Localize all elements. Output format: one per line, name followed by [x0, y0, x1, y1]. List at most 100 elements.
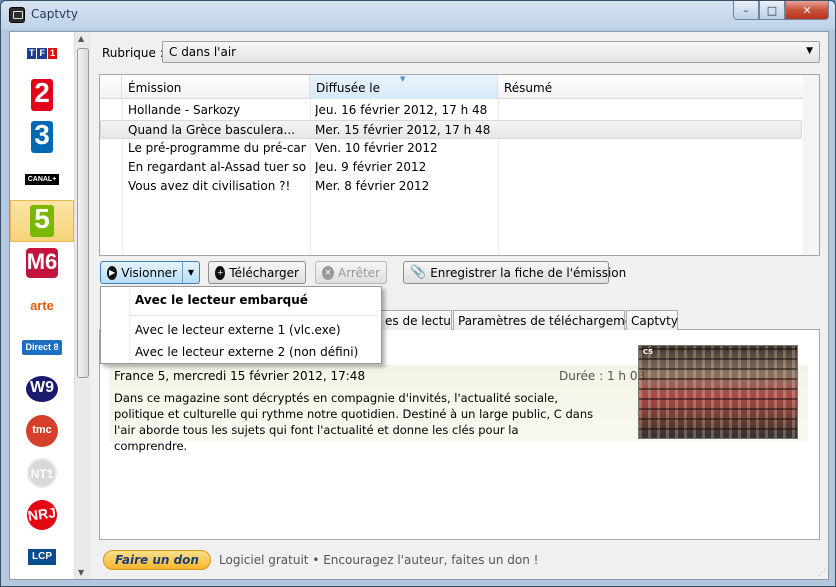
paperclip-icon: 📎 [410, 265, 427, 280]
channel-m6[interactable]: M6 [10, 242, 74, 284]
table-row[interactable]: Vous avez dit civilisation ?! Mer. 8 fév… [100, 177, 802, 196]
nt1-logo: NT1 [27, 458, 57, 488]
stop-icon: ✕ [322, 265, 334, 280]
table-row[interactable]: Hollande - Sarkozy Jeu. 16 février 2012,… [100, 101, 802, 120]
channel-tmc[interactable]: tmc [10, 410, 74, 452]
visionner-menu: Avec le lecteur embarqué Avec le lecteur… [100, 286, 382, 364]
channel-tf1[interactable]: TF1 [10, 32, 74, 74]
play-icon: ▶ [107, 265, 118, 280]
table-row[interactable]: Le pré-programme du pré-can... Ven. 10 f… [100, 139, 802, 158]
visionner-button[interactable]: ▶ Visionner [100, 261, 184, 284]
faire-un-don-button[interactable]: Faire un don [103, 550, 211, 570]
rubrique-label: Rubrique : [102, 46, 164, 60]
tf1-logo: TF1 [26, 47, 57, 59]
rubrique-select[interactable]: C dans l'air ▼ [162, 41, 820, 63]
detail-duree: Durée : 1 h 08 [559, 369, 646, 383]
chevron-down-icon: ▼ [187, 268, 195, 277]
tab-parametres-telechargement[interactable]: Paramètres de téléchargement [453, 310, 645, 330]
channel-w9[interactable]: W9 [10, 368, 74, 410]
cell-emission: Quand la Grèce basculera... [128, 123, 295, 137]
canal-plus-logo: CANAL+ [24, 173, 60, 185]
table-scroll-gutter [803, 75, 819, 255]
column-diffusee[interactable]: ▼ Diffusée le [310, 75, 498, 99]
header-spacer [100, 75, 122, 99]
window-title: Captvty [31, 7, 78, 21]
table-header: Émission ▼ Diffusée le Résumé [100, 75, 819, 99]
france3-logo: 3 [31, 121, 53, 153]
rubrique-value: C dans l'air [169, 45, 237, 59]
cell-date: Mer. 8 février 2012 [315, 179, 430, 193]
cell-emission: En regardant al-Assad tuer son ... [128, 160, 306, 174]
visionner-dropdown-button[interactable]: ▼ [182, 261, 200, 284]
channel-sidebar: TF1 2 3 CANAL+ 5 M6 arte Direct 8 W9 tmc… [10, 32, 90, 579]
footer-text: Logiciel gratuit • Encouragez l'auteur, … [219, 553, 538, 567]
scrollbar-thumb[interactable] [77, 48, 89, 378]
menu-item-lecteur-externe-2[interactable]: Avec le lecteur externe 2 (non défini) [135, 345, 358, 359]
footer: Faire un don Logiciel gratuit • Encourag… [99, 550, 820, 572]
channel-france5[interactable]: 5 [10, 200, 74, 242]
table-row-selected[interactable]: Quand la Grèce basculera... Mer. 15 févr… [100, 120, 802, 139]
window-controls: – □ ✕ [733, 1, 829, 21]
tmc-logo: tmc [26, 415, 58, 447]
telecharger-button[interactable]: + Télécharger [208, 261, 306, 284]
m6-logo: M6 [26, 248, 58, 278]
menu-item-lecteur-embarque[interactable]: Avec le lecteur embarqué [135, 293, 308, 307]
detail-description: Dans ce magazine sont décryptés en compa… [114, 391, 594, 453]
plus-icon: + [215, 265, 226, 280]
channel-direct8[interactable]: Direct 8 [10, 326, 74, 368]
app-window: Captvty – □ ✕ TF1 2 3 CANAL+ 5 M6 arte D… [0, 0, 836, 587]
telecharger-label: Télécharger [229, 265, 299, 280]
cell-date: Mer. 15 février 2012, 17 h 48 [315, 123, 491, 137]
maximize-icon: □ [766, 3, 778, 17]
app-tv-icon [9, 7, 25, 23]
title-bar: Captvty – □ ✕ [1, 1, 835, 29]
close-icon: ✕ [802, 3, 812, 17]
france5-logo: 5 [30, 205, 54, 237]
logiciel-gratuit: Logiciel gratuit [219, 553, 309, 567]
cell-emission: Hollande - Sarkozy [128, 103, 241, 117]
scroll-up-icon[interactable]: ▲ [78, 34, 84, 43]
footer-separator: • [312, 553, 320, 567]
channel-lcp[interactable]: LCP [10, 536, 74, 578]
close-button[interactable]: ✕ [785, 1, 829, 20]
minimize-button[interactable]: – [733, 1, 759, 20]
france2-logo: 2 [31, 79, 53, 111]
scroll-down-icon[interactable]: ▼ [78, 568, 84, 577]
cell-emission: Vous avez dit civilisation ?! [128, 179, 291, 193]
menu-gutter [129, 287, 130, 363]
channel-nt1[interactable]: NT1 [10, 452, 74, 494]
client-area: TF1 2 3 CANAL+ 5 M6 arte Direct 8 W9 tmc… [9, 31, 829, 580]
channel-arte[interactable]: arte [10, 284, 74, 326]
column-resume[interactable]: Résumé [498, 75, 804, 99]
maximize-button[interactable]: □ [759, 1, 785, 20]
direct8-logo: Direct 8 [22, 339, 62, 355]
detail-header: France 5, mercredi 15 février 2012, 17:4… [114, 369, 366, 383]
tab-captvty[interactable]: Captvty [626, 310, 678, 330]
tab-parametres-lecture[interactable]: es de lecture [380, 310, 452, 330]
emission-thumbnail: C5 [638, 345, 798, 439]
sidebar-scrollbar[interactable]: ▲ ▼ [74, 32, 90, 579]
cell-date: Jeu. 16 février 2012, 17 h 48 [315, 103, 488, 117]
encourage-text: Encouragez l'auteur, faites un don ! [323, 553, 539, 567]
arreter-button[interactable]: ✕ Arrêter [315, 261, 387, 284]
enregistrer-label: Enregistrer la fiche de l'émission [430, 265, 627, 280]
thumbnail-image [639, 346, 797, 438]
cell-emission: Le pré-programme du pré-can... [128, 141, 306, 155]
emissions-table: Émission ▼ Diffusée le Résumé Hollande -… [99, 74, 820, 256]
chevron-down-icon: ▼ [806, 46, 813, 56]
enregistrer-fiche-button[interactable]: 📎 Enregistrer la fiche de l'émission [403, 261, 626, 284]
cell-date: Ven. 10 février 2012 [315, 141, 438, 155]
column-diffusee-label: Diffusée le [316, 81, 380, 95]
menu-item-lecteur-externe-1[interactable]: Avec le lecteur externe 1 (vlc.exe) [135, 323, 341, 337]
channel-france3[interactable]: 3 [10, 116, 74, 158]
channel-canal-plus[interactable]: CANAL+ [10, 158, 74, 200]
sort-desc-icon: ▼ [400, 75, 406, 83]
column-emission[interactable]: Émission [122, 75, 310, 99]
table-row[interactable]: En regardant al-Assad tuer son ... Jeu. … [100, 158, 802, 177]
arte-logo: arte [30, 297, 54, 313]
channel-nrj12[interactable]: NRJ [10, 494, 74, 536]
resize-grip-icon[interactable]: ⋰ [818, 568, 826, 577]
w9-logo: W9 [26, 376, 58, 402]
channel-france2[interactable]: 2 [10, 74, 74, 116]
minimize-icon: – [743, 3, 749, 17]
